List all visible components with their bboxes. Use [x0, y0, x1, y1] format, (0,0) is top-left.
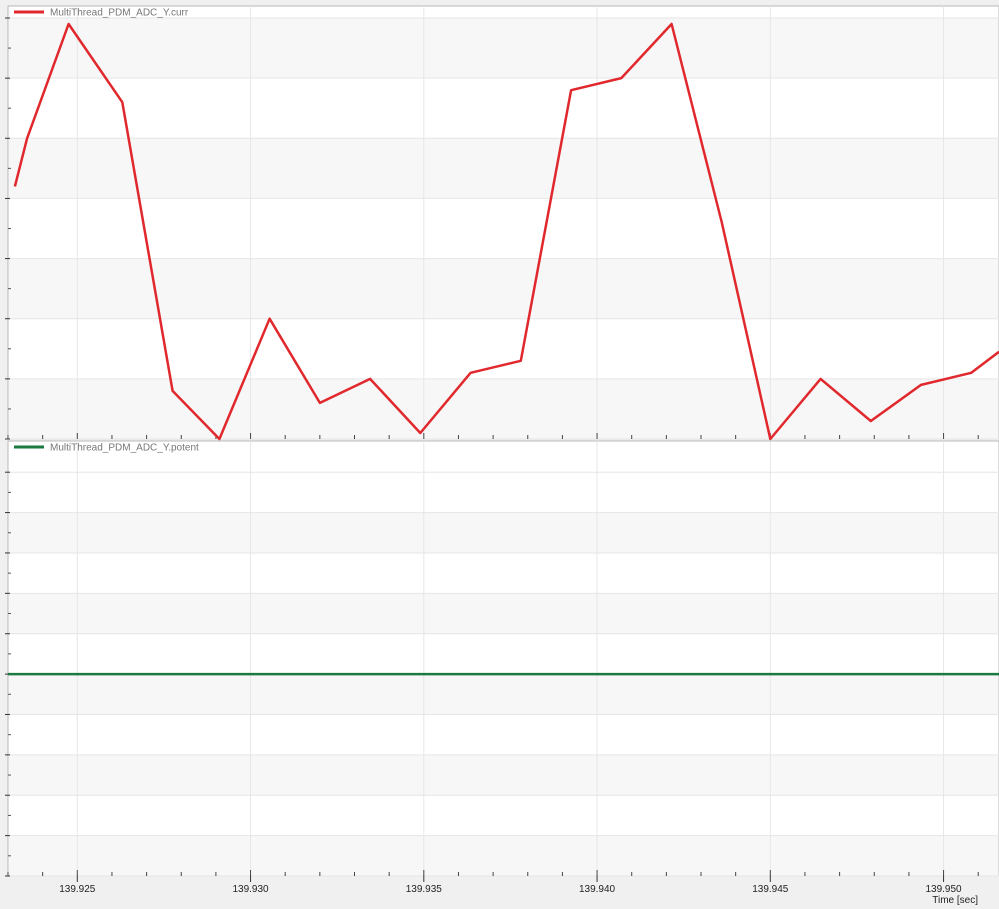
x-tick-label: 139.930	[232, 884, 269, 895]
legend-label-curr: MultiThread_PDM_ADC_Y.curr	[50, 8, 189, 19]
chart-canvas[interactable]: MultiThread_PDM_ADC_Y.curr MultiThread_PD…	[0, 0, 999, 909]
grid-band	[9, 378, 998, 439]
grid-band	[9, 674, 998, 715]
x-axis-label: Time [sec]	[932, 895, 978, 906]
x-tick-label: 139.950	[925, 884, 962, 895]
x-tick-label: 139.935	[406, 884, 443, 895]
x-tick-label: 139.945	[752, 884, 789, 895]
grid-band	[9, 593, 998, 634]
grid-band	[9, 512, 998, 553]
legend-label-potent: MultiThread_PDM_ADC_Y.potent	[50, 443, 199, 454]
plot-area-potent	[7, 440, 999, 877]
grid-band	[9, 835, 998, 876]
x-tick-label: 139.940	[579, 884, 616, 895]
grid-band	[9, 754, 998, 796]
x-tick-label: 139.925	[59, 884, 96, 895]
grid-band	[9, 138, 998, 199]
chart-window: MultiThread_PDM_ADC_Y.curr MultiThread_PD…	[0, 0, 999, 909]
grid-band	[9, 18, 998, 79]
